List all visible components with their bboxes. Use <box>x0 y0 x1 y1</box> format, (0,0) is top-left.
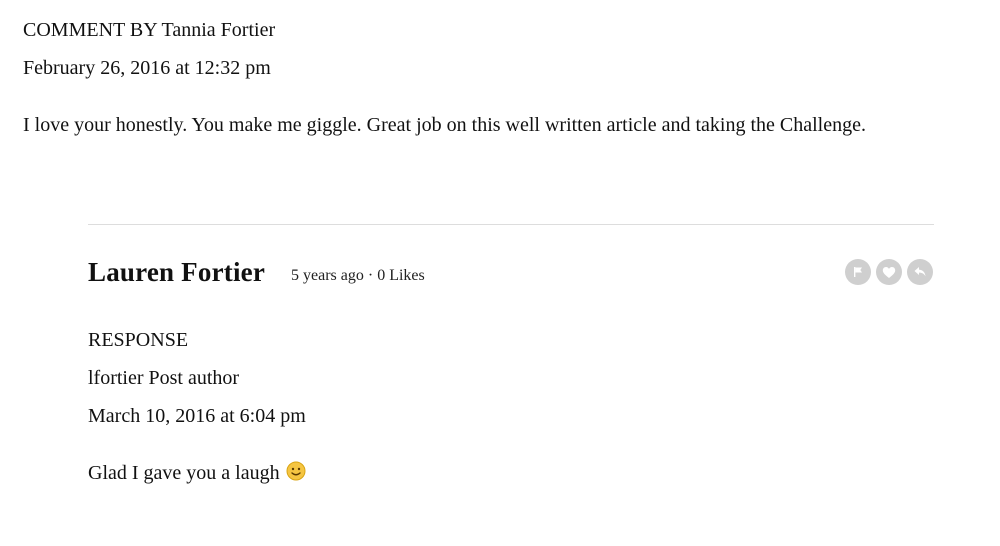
reply-actions <box>845 259 933 285</box>
heart-icon[interactable] <box>876 259 902 285</box>
reply-meta: 5 years ago · 0 Likes <box>291 266 425 286</box>
reply-likes-count: 0 Likes <box>377 267 425 284</box>
reply-age: 5 years ago <box>291 267 364 284</box>
reply-author-name[interactable]: Lauren Fortier <box>88 256 265 288</box>
reply-body-line: Glad I gave you a laugh <box>88 461 306 487</box>
comment-body: I love your honestly. You make me giggle… <box>23 114 866 136</box>
reply-icon[interactable] <box>907 259 933 285</box>
reply-body: Glad I gave you a laugh <box>88 462 280 484</box>
post-author-line: lfortier Post author <box>88 367 240 389</box>
reply-divider <box>88 224 934 225</box>
comment-date: February 26, 2016 at 12:32 pm <box>23 57 271 79</box>
response-label: RESPONSE <box>88 329 189 351</box>
smiley-emoji-icon <box>286 461 306 487</box>
reply-date: March 10, 2016 at 6:04 pm <box>88 405 306 427</box>
meta-separator: · <box>367 267 374 284</box>
flag-icon[interactable] <box>845 259 871 285</box>
comment-header: COMMENT BY Tannia Fortier <box>23 19 276 41</box>
